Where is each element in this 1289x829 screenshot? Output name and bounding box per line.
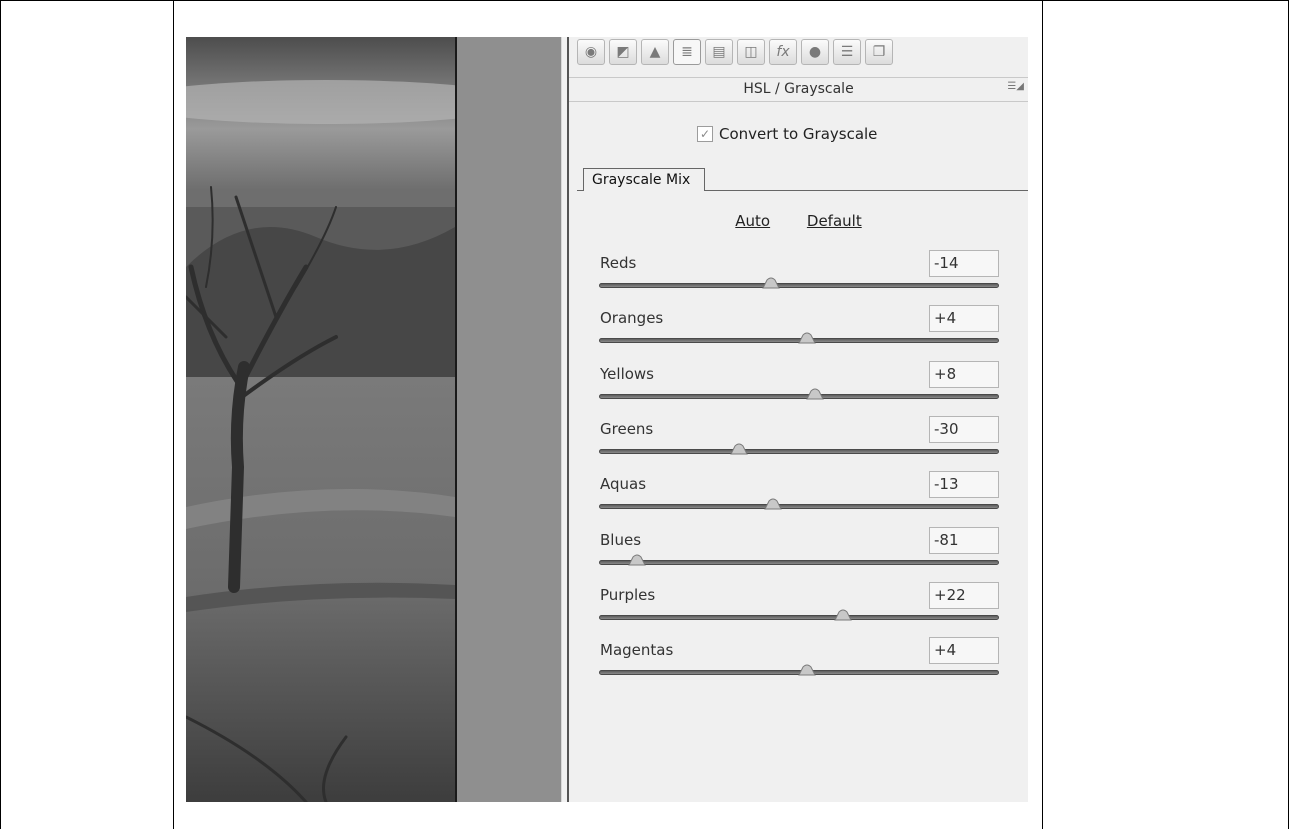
slider-row-magentas: Magentas +4	[599, 637, 999, 687]
slider-row-oranges: Oranges +4	[599, 305, 999, 355]
canvas-background	[457, 37, 561, 802]
slider-value-field[interactable]: +22	[929, 581, 999, 609]
presets-icon[interactable]: ☰	[833, 39, 861, 65]
frame-divider-right	[1042, 0, 1043, 829]
lens-corrections-icon[interactable]: ◫	[737, 39, 765, 65]
snapshots-icon[interactable]: ❐	[865, 39, 893, 65]
tab-grayscale-mix[interactable]: Grayscale Mix	[583, 168, 706, 191]
slider-track[interactable]	[599, 504, 999, 510]
slider-label: Aquas	[600, 475, 647, 494]
frame-divider-left	[173, 0, 174, 829]
slider-value-field[interactable]: -30	[929, 415, 999, 443]
slider-label: Greens	[600, 419, 654, 438]
slider-thumb[interactable]	[798, 332, 816, 344]
slider-row-blues: Blues -81	[599, 526, 999, 577]
slider-label: Yellows	[600, 364, 654, 383]
slider-label: Blues	[600, 530, 642, 549]
slider-track[interactable]	[599, 393, 999, 399]
slider-row-yellows: Yellows +8	[599, 360, 999, 411]
panel-toolbar: ◉ ◩ ▲ ≣ ▤ ◫ fx ● ☰ ❐	[569, 37, 1028, 70]
panel-title: HSL / Grayscale	[569, 77, 1028, 102]
slider-row-aquas: Aquas -13	[599, 471, 999, 521]
slider-label: Purples	[600, 585, 656, 604]
default-link[interactable]: Default	[807, 212, 862, 230]
basic-icon[interactable]: ◉	[577, 39, 605, 65]
convert-grayscale-label: Convert to Grayscale	[719, 125, 878, 143]
auto-default-links: Auto Default	[569, 212, 1028, 230]
slider-track[interactable]	[599, 559, 999, 565]
hsl-grayscale-icon[interactable]: ≣	[673, 39, 701, 65]
slider-track[interactable]	[599, 448, 999, 454]
slider-label: Magentas	[600, 641, 674, 660]
split-toning-icon[interactable]: ▤	[705, 39, 733, 65]
slider-value-field[interactable]: -14	[929, 250, 999, 277]
detail-icon[interactable]: ▲	[641, 39, 669, 65]
slider-value-field[interactable]: +4	[929, 305, 999, 333]
slider-value-field[interactable]: -13	[929, 471, 999, 499]
convert-grayscale-checkbox[interactable]: ✓	[697, 126, 713, 142]
frame-top-border	[0, 0, 1289, 1]
frame-left-border	[0, 0, 1, 829]
slider-thumb[interactable]	[834, 609, 852, 621]
slider-thumb[interactable]	[762, 277, 780, 289]
slider-row-purples: Purples +22	[599, 581, 999, 632]
slider-track[interactable]	[599, 283, 999, 288]
slider-track[interactable]	[599, 614, 999, 620]
hsl-grayscale-panel: ◉ ◩ ▲ ≣ ▤ ◫ fx ● ☰ ❐ HSL / Grayscale ☰◢ …	[569, 37, 1028, 802]
slider-value-field[interactable]: +4	[929, 637, 999, 665]
slider-label: Reds	[600, 254, 637, 272]
slider-label: Oranges	[600, 309, 664, 328]
slider-thumb[interactable]	[806, 388, 824, 400]
slider-thumb[interactable]	[764, 498, 782, 510]
effects-icon[interactable]: fx	[769, 39, 797, 65]
convert-grayscale-checkbox-row[interactable]: ✓ Convert to Grayscale	[697, 125, 877, 143]
slider-thumb[interactable]	[730, 443, 748, 455]
slider-thumb[interactable]	[798, 664, 816, 676]
slider-value-field[interactable]: -81	[929, 526, 999, 554]
tone-curve-icon[interactable]: ◩	[609, 39, 637, 65]
grayscale-photo-preview	[186, 37, 455, 802]
slider-thumb[interactable]	[628, 554, 646, 566]
panel-menu-icon[interactable]: ☰◢	[1007, 81, 1024, 92]
slider-row-greens: Greens -30	[599, 415, 999, 466]
slider-row-reds: Reds -14	[599, 250, 999, 300]
auto-link[interactable]: Auto	[735, 212, 770, 230]
slider-value-field[interactable]: +8	[929, 360, 999, 388]
camera-calibration-icon[interactable]: ●	[801, 39, 829, 65]
